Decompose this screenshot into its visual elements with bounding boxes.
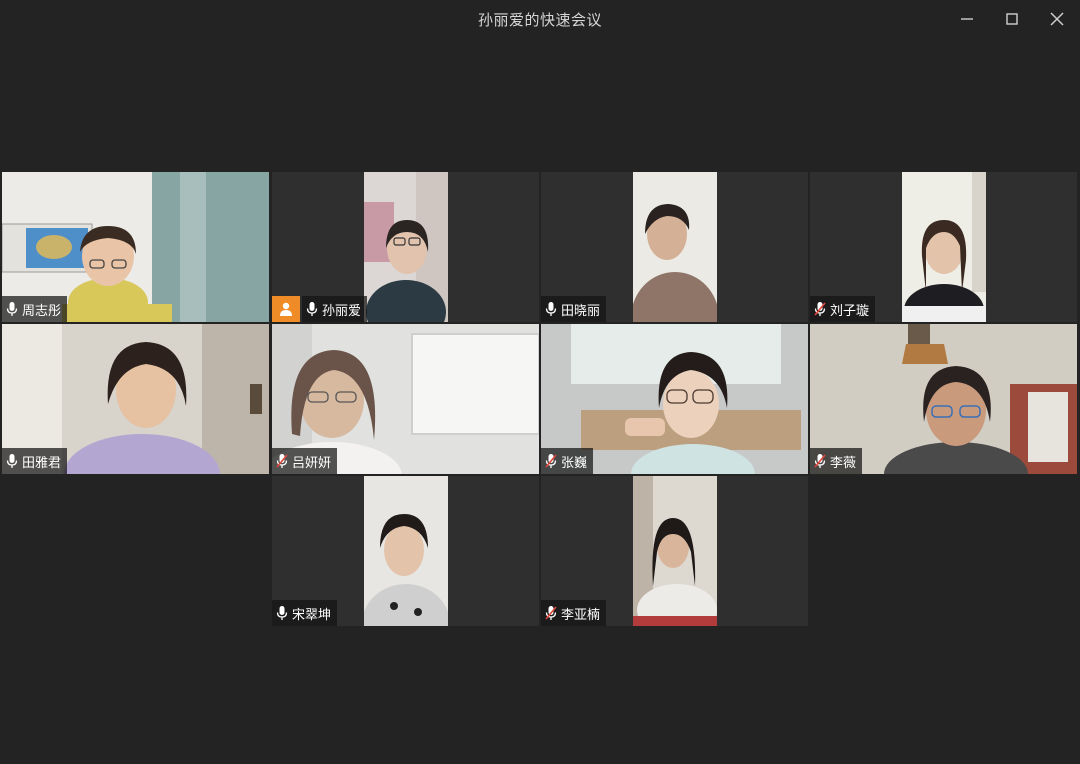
participant-video [633,476,717,626]
minimize-button[interactable] [956,8,978,30]
participant-name: 张巍 [561,455,588,471]
participant-nameplate: 田雅君 [2,448,68,474]
participant-nameplate: 周志彤 [2,296,68,322]
participant-name: 宋翠坤 [292,607,332,623]
participant-video [364,476,448,626]
participant-nameplate: 田晓丽 [541,296,607,322]
video-tile-1[interactable]: 孙丽爱 [272,172,539,322]
mic-icon [545,302,557,316]
video-tile-6[interactable]: 张巍 [541,324,808,474]
participant-name: 李薇 [830,455,857,471]
participant-video [633,172,717,322]
participant-nameplate: 宋翠坤 [272,600,338,626]
participant-name: 刘子璇 [830,303,870,319]
participant-nameplate: 李亚楠 [541,600,607,626]
mic-muted-icon [545,606,557,620]
participant-name: 吕妍妍 [292,455,332,471]
participant-nameplate: 刘子璇 [810,296,876,322]
mic-icon [276,606,288,620]
close-button[interactable] [1046,8,1068,30]
participant-name: 李亚楠 [561,607,601,623]
close-icon [1050,12,1064,26]
video-tile-8[interactable]: 宋翠坤 [272,476,539,626]
participant-video [364,172,448,322]
host-person-icon [280,302,292,316]
video-tile-7[interactable]: 李薇 [810,324,1077,474]
participant-name: 周志彤 [22,303,62,319]
participant-name: 田雅君 [22,455,62,471]
mic-icon [6,454,18,468]
mic-muted-icon [814,454,826,468]
title-bar: 孙丽爱的快速会议 [0,0,1080,38]
mic-muted-icon [814,302,826,316]
maximize-icon [1006,13,1018,25]
mic-icon [6,302,18,316]
mic-muted-icon [545,454,557,468]
meeting-title: 孙丽爱的快速会议 [477,11,602,29]
participant-name: 田晓丽 [561,303,601,319]
participant-video [902,172,986,322]
participant-nameplate: 张巍 [541,448,594,474]
participant-nameplate: 李薇 [810,448,863,474]
video-tile-2[interactable]: 田晓丽 [541,172,808,322]
video-tile-4[interactable]: 田雅君 [2,324,269,474]
participant-nameplate: 孙丽爱 [302,296,368,322]
minimize-icon [961,18,973,20]
participant-name: 孙丽爱 [322,303,362,319]
video-tile-0[interactable]: 周志彤 [2,172,269,322]
video-tile-5[interactable]: 吕妍妍 [272,324,539,474]
host-badge [272,296,300,322]
mic-icon [306,302,318,316]
participant-nameplate: 吕妍妍 [272,448,338,474]
video-tile-3[interactable]: 刘子璇 [810,172,1077,322]
video-tile-9[interactable]: 李亚楠 [541,476,808,626]
mic-muted-icon [276,454,288,468]
maximize-button[interactable] [1001,8,1023,30]
